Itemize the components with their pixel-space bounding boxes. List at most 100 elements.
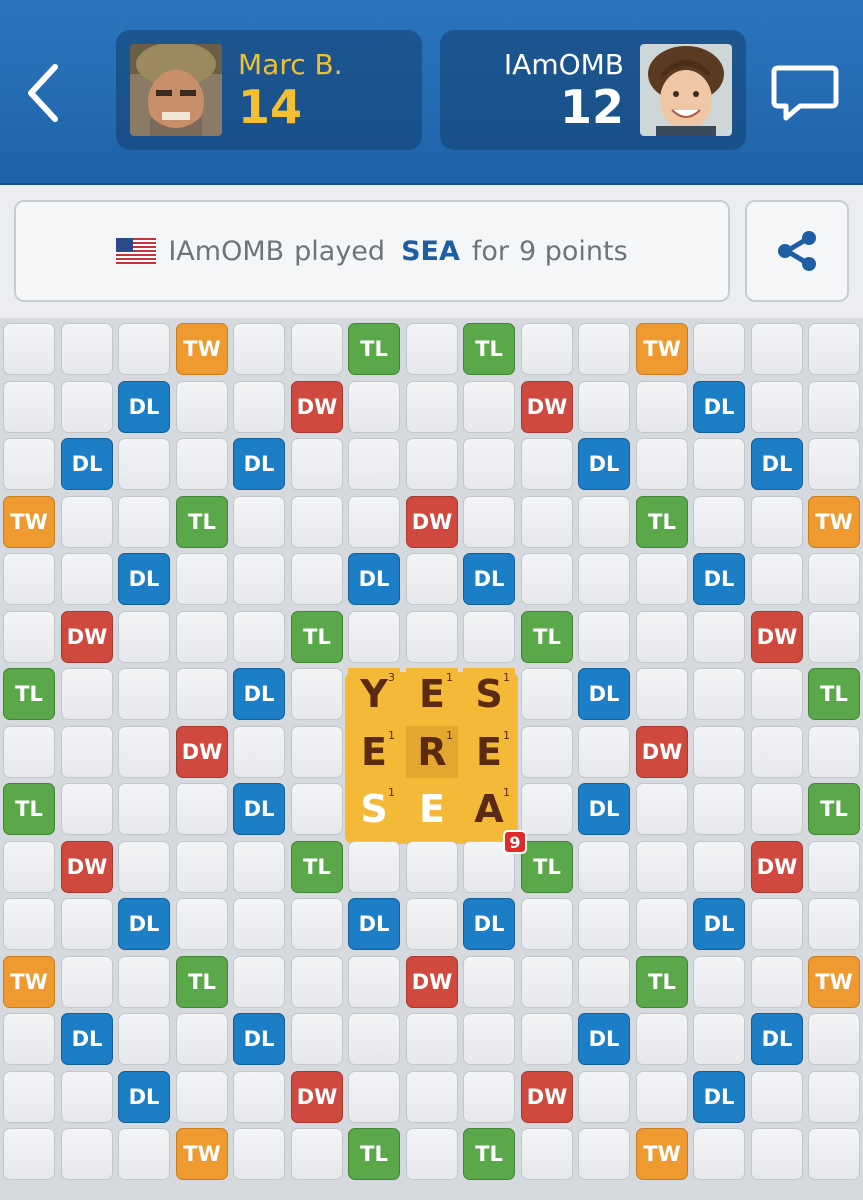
board-square[interactable] [636,553,688,605]
board-square[interactable] [636,841,688,893]
board-square[interactable] [233,323,285,375]
board-square[interactable] [521,956,573,1008]
board-square[interactable] [636,438,688,490]
bonus-square-tl[interactable]: TL [348,323,400,375]
bonus-square-dl[interactable]: DL [118,381,170,433]
board-square[interactable] [348,496,400,548]
bonus-square-tl[interactable]: TL [348,1128,400,1180]
board-square[interactable] [291,553,343,605]
board-square[interactable] [636,381,688,433]
bonus-square-dl[interactable]: DL [348,898,400,950]
bonus-square-dl[interactable]: DL [118,898,170,950]
board-square[interactable] [463,438,515,490]
board-square[interactable] [233,496,285,548]
board-square[interactable] [233,726,285,778]
bonus-square-dl[interactable]: DL [578,783,630,835]
board-square[interactable] [751,496,803,548]
player2-card[interactable]: IAmOMB 12 [440,30,746,150]
board-square[interactable] [406,1071,458,1123]
letter-tile[interactable]: Y3 [348,668,400,720]
board-square[interactable] [521,1128,573,1180]
bonus-square-dl[interactable]: DL [578,1013,630,1065]
bonus-square-tl[interactable]: TL [3,783,55,835]
board-square[interactable] [751,783,803,835]
board-square[interactable] [578,323,630,375]
board-square[interactable] [751,668,803,720]
board-square[interactable] [406,438,458,490]
bonus-square-tl[interactable]: TL [291,611,343,663]
board-square[interactable] [636,783,688,835]
board-square[interactable] [751,726,803,778]
board-square[interactable] [521,783,573,835]
board-square[interactable] [348,841,400,893]
board-square[interactable] [808,438,860,490]
board-square[interactable] [406,1013,458,1065]
board-square[interactable] [808,553,860,605]
bonus-square-dl[interactable]: DL [61,438,113,490]
board-square[interactable] [3,1128,55,1180]
board-square[interactable] [3,381,55,433]
board-square[interactable] [176,1013,228,1065]
board-square[interactable] [406,841,458,893]
board-square[interactable] [521,898,573,950]
board-square[interactable] [406,323,458,375]
board-square[interactable] [751,1071,803,1123]
board-square[interactable] [693,438,745,490]
bonus-square-dw[interactable]: DW [406,496,458,548]
board-square[interactable] [808,1128,860,1180]
bonus-square-dw[interactable]: DW [61,611,113,663]
bonus-square-tl[interactable]: TL [291,841,343,893]
board-square[interactable] [406,1128,458,1180]
bonus-square-dw[interactable]: DW [406,956,458,1008]
board-square[interactable] [61,898,113,950]
board-square[interactable] [348,381,400,433]
bonus-square-dl[interactable]: DL [233,438,285,490]
board-square[interactable] [291,438,343,490]
board-square[interactable] [176,1071,228,1123]
bonus-square-tl[interactable]: TL [808,783,860,835]
bonus-square-dl[interactable]: DL [463,898,515,950]
board-square[interactable] [3,438,55,490]
board-square[interactable] [693,496,745,548]
bonus-square-tw[interactable]: TW [3,956,55,1008]
bonus-square-tl[interactable]: TL [636,956,688,1008]
board-square[interactable] [578,553,630,605]
board-square[interactable] [693,668,745,720]
bonus-square-tl[interactable]: TL [521,611,573,663]
board-square[interactable] [61,1128,113,1180]
board-square[interactable] [61,668,113,720]
bonus-square-tl[interactable]: TL [808,668,860,720]
board-square[interactable] [61,323,113,375]
board-square[interactable] [348,438,400,490]
board-square[interactable] [176,898,228,950]
board-square[interactable] [578,726,630,778]
board-square[interactable] [578,381,630,433]
board-square[interactable] [463,1071,515,1123]
board-square[interactable] [3,553,55,605]
board-square[interactable] [348,1071,400,1123]
bonus-square-dl[interactable]: DL [693,1071,745,1123]
board-square[interactable] [233,956,285,1008]
bonus-square-dw[interactable]: DW [521,381,573,433]
board-square[interactable] [693,956,745,1008]
bonus-square-dw[interactable]: DW [751,611,803,663]
bonus-square-dw[interactable]: DW [291,1071,343,1123]
board-square[interactable] [291,783,343,835]
letter-tile[interactable]: E1 [348,726,400,778]
bonus-square-dl[interactable]: DL [233,783,285,835]
bonus-square-dl[interactable]: DL [751,1013,803,1065]
board-square[interactable] [751,898,803,950]
board-square[interactable] [118,438,170,490]
board-square[interactable] [291,323,343,375]
board-square[interactable] [578,1128,630,1180]
board-square[interactable] [233,841,285,893]
board-square[interactable] [61,496,113,548]
letter-tile[interactable]: R1 [406,726,458,778]
bonus-square-tl[interactable]: TL [3,668,55,720]
board-square[interactable] [348,611,400,663]
player1-card[interactable]: Marc B. 14 [116,30,422,150]
board-square[interactable] [233,1071,285,1123]
board-square[interactable] [521,496,573,548]
board-square[interactable] [233,553,285,605]
board-square[interactable] [463,956,515,1008]
